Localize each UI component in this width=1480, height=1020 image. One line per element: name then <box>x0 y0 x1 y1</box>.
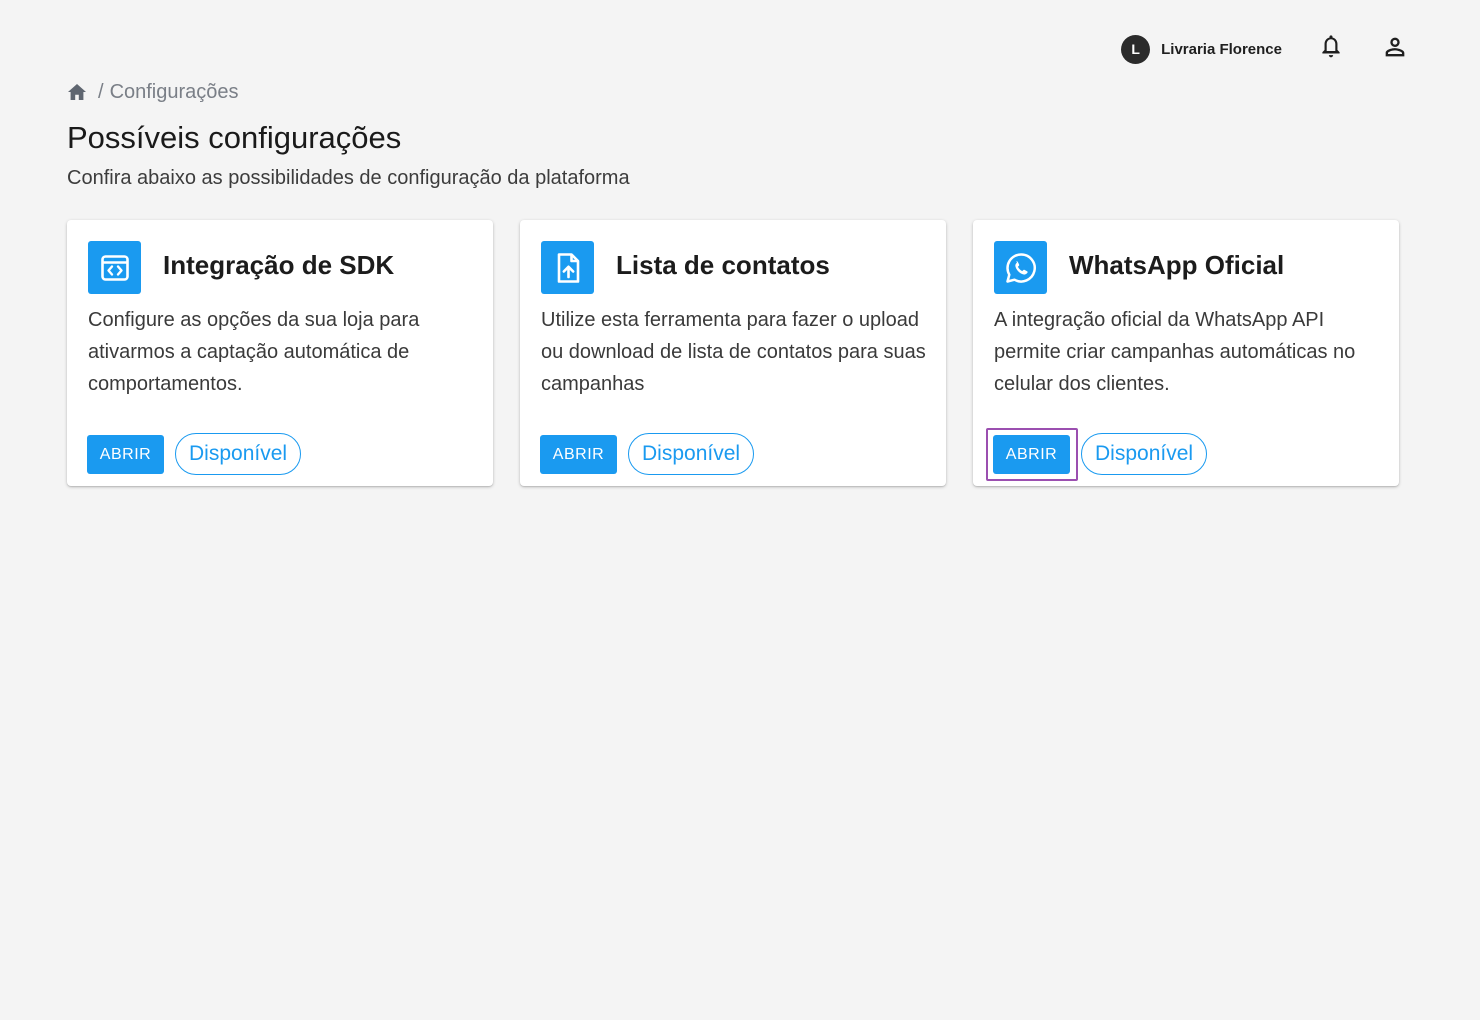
code-window-icon <box>88 241 141 294</box>
account-switcher[interactable]: L Livraria Florence <box>1121 30 1282 68</box>
card-contact-list: Lista de contatos Utilize esta ferrament… <box>520 220 946 486</box>
card-description: Configure as opções da sua loja para ati… <box>88 309 420 395</box>
card-description: A integração oficial da WhatsApp API per… <box>994 309 1356 395</box>
profile-button[interactable] <box>1376 30 1414 68</box>
bell-icon <box>1318 33 1344 66</box>
settings-page: L Livraria Florence / Configurações Poss… <box>0 0 1480 1020</box>
whatsapp-icon <box>994 241 1047 294</box>
card-sdk-integration: Integração de SDK Configure as opções da… <box>67 220 493 486</box>
breadcrumb-current: Configurações <box>109 80 239 103</box>
open-contact-list-button[interactable]: ABRIR <box>540 435 617 474</box>
card-title: Lista de contatos <box>616 250 830 280</box>
open-sdk-button[interactable]: ABRIR <box>87 435 164 474</box>
account-name: Livraria Florence <box>1161 40 1282 58</box>
open-whatsapp-button[interactable]: ABRIR <box>993 435 1070 474</box>
card-description: Utilize esta ferramenta para fazer o upl… <box>541 309 926 395</box>
card-whatsapp-official: WhatsApp Oficial A integração oficial da… <box>973 220 1399 486</box>
file-upload-icon <box>541 241 594 294</box>
page-title: Possíveis configurações <box>67 120 402 155</box>
account-avatar: L <box>1121 34 1151 64</box>
page-subtitle: Confira abaixo as possibilidades de conf… <box>67 167 630 189</box>
card-title: WhatsApp Oficial <box>1069 250 1285 280</box>
top-bar: L Livraria Florence <box>1121 30 1414 68</box>
notifications-button[interactable] <box>1312 30 1350 68</box>
breadcrumb: / Configurações <box>67 80 239 104</box>
status-badge: Disponível <box>175 433 302 475</box>
card-title: Integração de SDK <box>163 250 395 280</box>
status-badge: Disponível <box>628 433 755 475</box>
breadcrumb-separator: / <box>98 80 104 103</box>
home-icon[interactable] <box>67 82 87 102</box>
user-icon <box>1381 33 1409 66</box>
status-badge: Disponível <box>1081 433 1208 475</box>
